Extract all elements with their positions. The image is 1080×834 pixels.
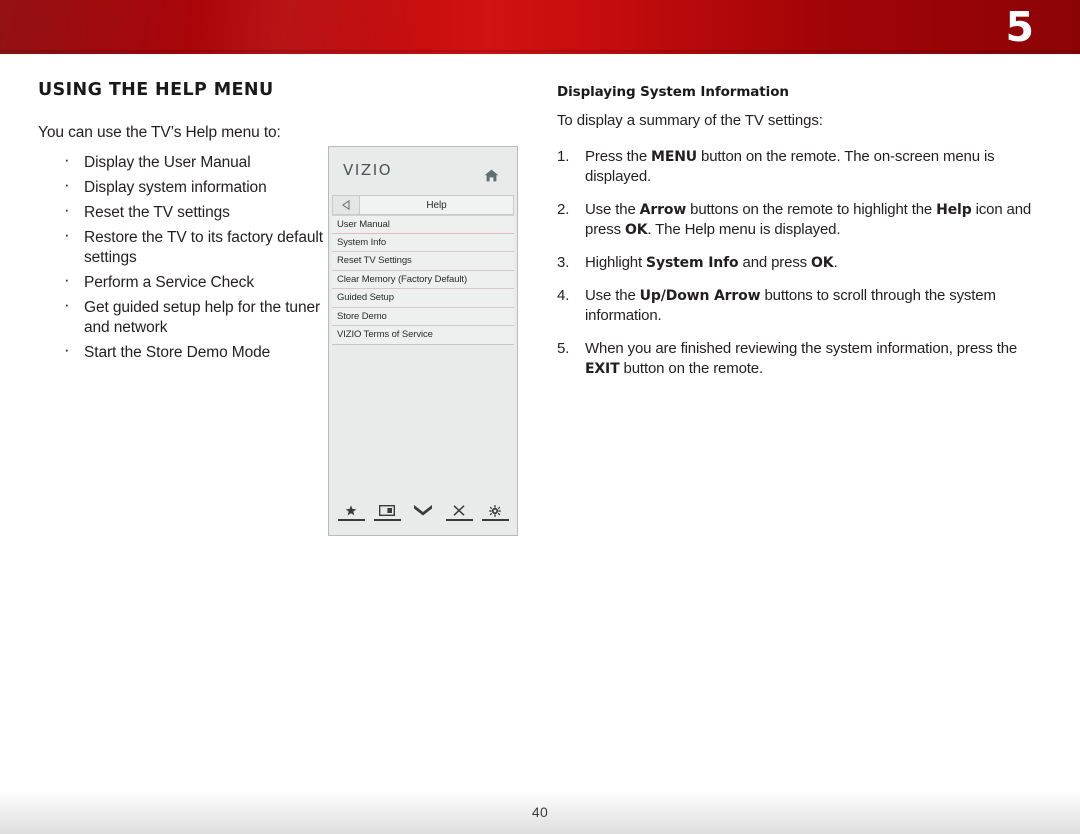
lead-paragraph: You can use the TV’s Help menu to: xyxy=(38,124,281,141)
tv-menu-item[interactable]: Guided Setup xyxy=(332,289,514,308)
step-emphasis: Arrow xyxy=(639,202,687,218)
list-item: Start the Store Demo Mode xyxy=(38,340,328,363)
tv-menu-titlebar: Help xyxy=(332,195,514,215)
double-chevron-down-icon-underline xyxy=(410,519,437,521)
double-chevron-down-icon[interactable] xyxy=(410,504,437,521)
gear-icon[interactable] xyxy=(481,504,509,521)
list-item: Restore the TV to its factory default se… xyxy=(38,225,328,268)
step-text: Highlight xyxy=(585,254,647,271)
page-footer-band: 40 xyxy=(0,790,1080,834)
step-emphasis: OK xyxy=(624,222,648,238)
star-icon-underline xyxy=(337,519,365,521)
step-emphasis: OK xyxy=(811,255,834,271)
vizio-logo: VIZIO xyxy=(343,161,393,179)
list-item: Reset the TV settings xyxy=(38,200,328,223)
double-chevron-down-icon-glyph xyxy=(413,504,433,517)
star-icon-glyph xyxy=(345,504,357,517)
tv-menu-footer-iconbar xyxy=(329,504,517,521)
tv-menu-item[interactable]: Clear Memory (Factory Default) xyxy=(332,270,514,289)
step-text: buttons on the remote to highlight the xyxy=(686,201,937,218)
picture-icon-glyph xyxy=(379,504,395,517)
page-title: USING THE HELP MENU xyxy=(38,80,274,100)
tv-menu-brandbar: VIZIO xyxy=(329,147,517,195)
chapter-header-band: 5 xyxy=(0,0,1080,54)
step-text: When you are finished reviewing the syst… xyxy=(585,340,1018,357)
instruction-step: When you are finished reviewing the syst… xyxy=(557,339,1049,379)
close-x-icon-underline xyxy=(445,519,473,521)
list-item: Perform a Service Check xyxy=(38,270,328,293)
step-emphasis: MENU xyxy=(651,149,698,165)
home-icon[interactable] xyxy=(484,169,499,182)
step-text: button on the remote. xyxy=(619,360,764,377)
step-text: and press xyxy=(738,254,812,271)
step-text: Use the xyxy=(585,201,640,218)
instruction-step: Use the Arrow buttons on the remote to h… xyxy=(557,200,1049,240)
gear-icon-glyph xyxy=(489,504,501,517)
help-feature-list: Display the User ManualDisplay system in… xyxy=(38,150,328,363)
step-emphasis: System Info xyxy=(646,255,739,271)
tv-menu-title: Help xyxy=(360,196,513,214)
tv-menu-item[interactable]: Reset TV Settings xyxy=(332,252,514,271)
step-text: . xyxy=(833,254,838,271)
intro-paragraph: To display a summary of the TV settings: xyxy=(557,112,823,129)
step-emphasis: EXIT xyxy=(585,361,620,377)
subsection-title: Displaying System Information xyxy=(557,84,789,100)
chapter-number: 5 xyxy=(1005,3,1034,51)
picture-icon[interactable] xyxy=(373,504,401,521)
step-emphasis: Help xyxy=(936,202,972,218)
step-emphasis: Up/Down Arrow xyxy=(639,288,761,304)
instruction-step: Press the MENU button on the remote. The… xyxy=(557,147,1049,187)
list-item: Display the User Manual xyxy=(38,150,328,173)
left-content-column: USING THE HELP MENU You can use the TV’s… xyxy=(38,80,328,368)
close-x-icon[interactable] xyxy=(445,504,473,521)
list-item: Get guided setup help for the tuner and … xyxy=(38,295,328,338)
tv-menu-item[interactable]: Store Demo xyxy=(332,307,514,326)
tv-menu-item[interactable]: VIZIO Terms of Service xyxy=(332,326,514,345)
back-arrow-icon[interactable] xyxy=(333,196,360,214)
step-text: Use the xyxy=(585,287,640,304)
picture-icon-underline xyxy=(373,519,401,521)
page-number: 40 xyxy=(531,804,549,820)
list-item: Display system information xyxy=(38,175,328,198)
star-icon[interactable] xyxy=(337,504,365,521)
tv-menu-item[interactable]: User Manual xyxy=(332,215,514,234)
instruction-step-list: Press the MENU button on the remote. The… xyxy=(557,147,1049,379)
tv-menu-item[interactable]: System Info xyxy=(332,233,514,252)
gear-icon-underline xyxy=(481,519,509,521)
close-x-icon-glyph xyxy=(453,504,465,517)
step-text: . The Help menu is displayed. xyxy=(647,221,841,238)
instruction-step: Highlight System Info and press OK. xyxy=(557,253,1049,273)
instruction-step: Use the Up/Down Arrow buttons to scroll … xyxy=(557,286,1049,326)
tv-onscreen-menu: VIZIO Help User Manual System Info Reset T… xyxy=(328,146,518,536)
tv-menu-item-list: User Manual System Info Reset TV Settings C… xyxy=(332,215,514,345)
step-text: Press the xyxy=(585,148,652,165)
right-content-column: Displaying System Information To display… xyxy=(557,84,1049,392)
